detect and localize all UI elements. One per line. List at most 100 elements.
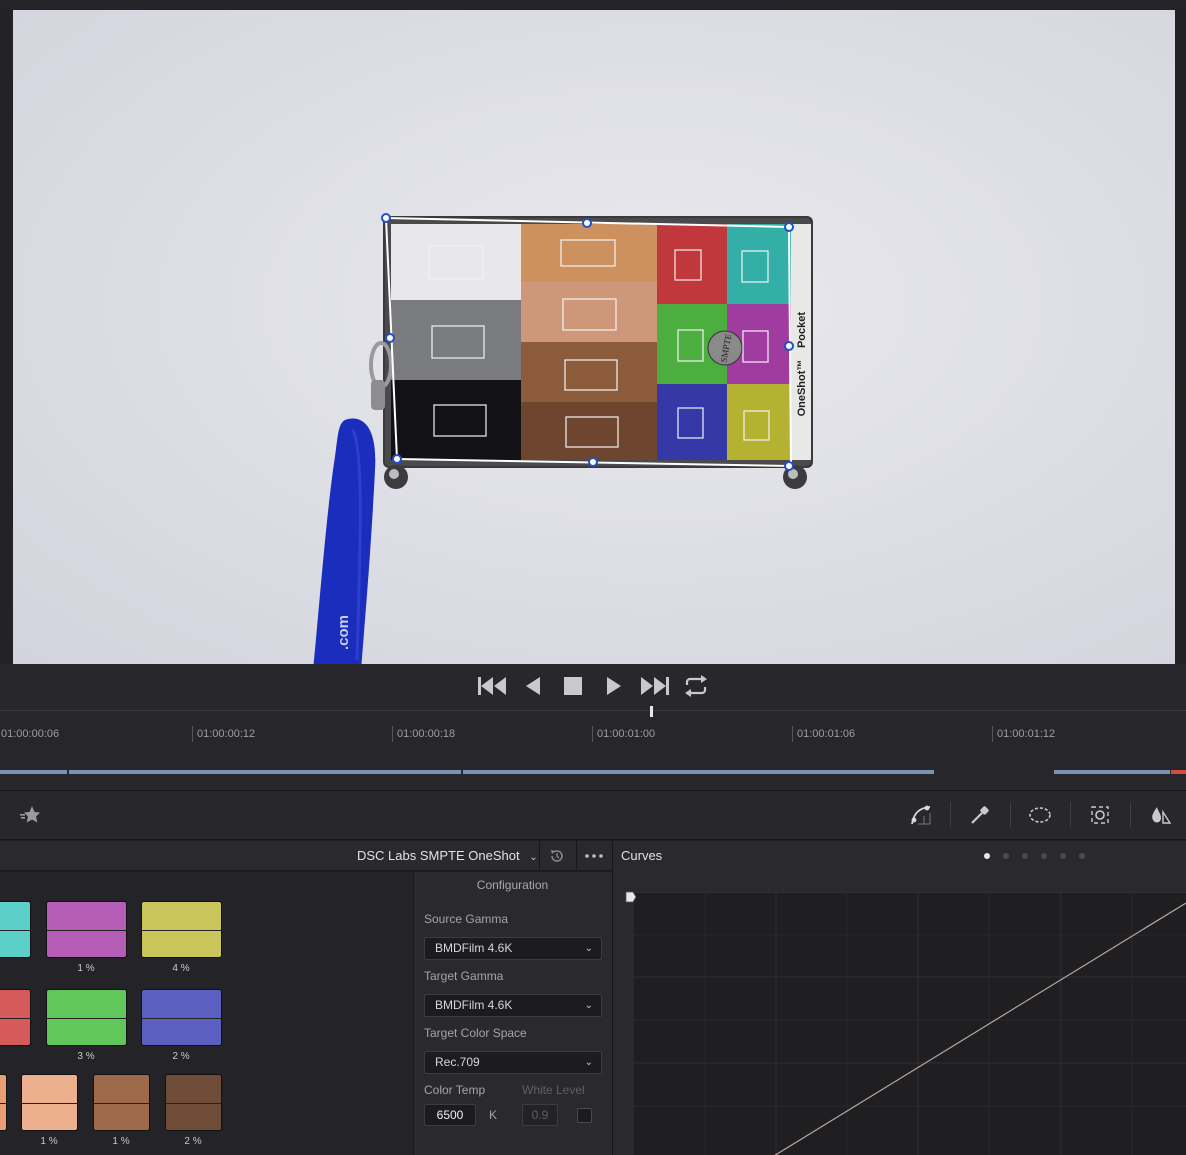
toolbar-separator <box>1070 802 1071 828</box>
color-swatch[interactable] <box>46 989 127 1046</box>
timecode-tick: 01:00:00:06 <box>0 726 59 742</box>
curves-icon <box>911 805 931 825</box>
qualifier-button[interactable] <box>967 802 993 828</box>
page-dot-active[interactable] <box>984 853 990 859</box>
swatch-error-percent: 2 % <box>184 1136 202 1147</box>
swatch-error-percent: 2 % <box>172 1051 190 1062</box>
step-back-icon <box>526 677 540 695</box>
play-button[interactable] <box>603 672 625 700</box>
color-temp-label: Color Temp <box>424 1083 486 1097</box>
color-swatch[interactable] <box>141 989 222 1046</box>
stop-icon <box>564 677 582 695</box>
toolbar-separator <box>1130 802 1131 828</box>
chart-type-label: DSC Labs SMPTE OneShot <box>357 848 520 863</box>
swatch-chart-half <box>22 1075 77 1103</box>
swatch-error-percent: 4 % <box>172 963 190 974</box>
color-swatch[interactable] <box>0 989 31 1046</box>
blur-button[interactable] <box>1147 802 1173 828</box>
step-back-button[interactable] <box>522 672 544 700</box>
stop-button[interactable] <box>562 672 584 700</box>
page-dot[interactable] <box>1022 853 1028 859</box>
curve-graph-svg <box>634 892 1186 1155</box>
white-level-checkbox[interactable] <box>577 1108 592 1123</box>
color-swatch[interactable] <box>0 1074 7 1131</box>
swatch-target-half <box>47 929 126 957</box>
tracker-button[interactable] <box>1087 802 1113 828</box>
swatch-target-half <box>47 1017 126 1045</box>
blur-icon <box>1152 807 1171 824</box>
color-swatch[interactable] <box>165 1074 222 1131</box>
white-level-label: White Level <box>522 1083 585 1097</box>
color-temp-input[interactable]: 6500 <box>424 1104 476 1126</box>
viewer-left-margin <box>0 10 13 664</box>
header-separator <box>576 841 577 871</box>
target-color-space-dropdown[interactable]: Rec.709 ⌄ <box>424 1051 602 1074</box>
swatch-chart-half <box>166 1075 221 1103</box>
white-level-input[interactable]: 0.9 <box>522 1104 558 1126</box>
page-dot[interactable] <box>1079 853 1085 859</box>
options-menu-button[interactable] <box>581 843 607 869</box>
viewer-image[interactable]: Pocket OneShot™ SMPTE .com <box>13 10 1175 664</box>
eyedropper-icon <box>971 806 989 824</box>
star-icon <box>20 806 40 823</box>
timeline[interactable] <box>0 710 1186 790</box>
color-swatch[interactable] <box>21 1074 78 1131</box>
timecode-tick: 01:00:01:06 <box>792 726 855 742</box>
curve-point-icon <box>625 891 637 903</box>
color-swatch[interactable] <box>93 1074 150 1131</box>
window-button[interactable] <box>1027 802 1053 828</box>
play-icon <box>607 677 621 695</box>
favorites-button[interactable] <box>17 802 43 828</box>
swatch-target-half <box>94 1102 149 1130</box>
skip-to-end-button[interactable] <box>639 672 671 700</box>
toolbar-separator <box>950 802 951 828</box>
clip-segment[interactable] <box>463 770 934 774</box>
loop-button[interactable] <box>682 672 710 700</box>
reset-icon <box>551 850 563 862</box>
swatch-chart-half <box>0 1075 6 1103</box>
color-swatch[interactable] <box>141 901 222 958</box>
page-dot[interactable] <box>1041 853 1047 859</box>
timecode-tick: 01:00:01:00 <box>592 726 655 742</box>
skip-to-start-button[interactable] <box>476 672 508 700</box>
chevron-down-icon: ⌄ <box>529 852 538 863</box>
color-swatch[interactable] <box>0 901 31 958</box>
swatch-chart-half <box>47 902 126 930</box>
page-dot[interactable] <box>1003 853 1009 859</box>
color-temp-unit: K <box>489 1108 498 1122</box>
target-color-space-value: Rec.709 <box>435 1055 480 1069</box>
reset-button[interactable] <box>544 843 570 869</box>
swatch-target-half <box>0 929 30 957</box>
chart-type-dropdown[interactable]: DSC Labs SMPTE OneShot ⌄ <box>357 841 538 871</box>
palette-toolbar <box>0 790 1186 840</box>
swatch-chart-half <box>142 902 221 930</box>
resolve-color-page: Pocket OneShot™ SMPTE .com 01:00:00:06 0… <box>0 0 1186 1155</box>
source-gamma-dropdown[interactable]: BMDFilm 4.6K ⌄ <box>424 937 602 960</box>
swatch-error-percent: 3 % <box>77 1051 95 1062</box>
source-gamma-label: Source Gamma <box>424 912 509 926</box>
viewer-right-margin <box>1175 10 1186 664</box>
playhead[interactable] <box>650 706 653 717</box>
clip-segment[interactable] <box>1054 770 1170 774</box>
clip-segment-flagged[interactable] <box>1171 770 1186 774</box>
lanyard-text: .com <box>335 615 352 650</box>
tracker-icon <box>1091 806 1109 824</box>
curve-graph[interactable] <box>634 892 1186 1155</box>
timecode-tick: 01:00:00:12 <box>192 726 255 742</box>
chart-brand-text: Pocket <box>796 312 808 348</box>
curves-tool-button[interactable] <box>908 802 934 828</box>
target-gamma-dropdown[interactable]: BMDFilm 4.6K ⌄ <box>424 994 602 1017</box>
configuration-title: Configuration <box>476 878 549 892</box>
swatch-error-percent: 1 % <box>40 1136 58 1147</box>
swatch-chart-half <box>94 1075 149 1103</box>
swatch-error-percent: 1 % <box>112 1136 130 1147</box>
clip-segment[interactable] <box>69 770 461 774</box>
viewer-frame-graphic: Pocket OneShot™ SMPTE .com <box>313 213 813 664</box>
swatch-chart-half <box>0 990 30 1018</box>
color-swatch[interactable] <box>46 901 127 958</box>
page-dot[interactable] <box>1060 853 1066 859</box>
clip-segment[interactable] <box>0 770 67 774</box>
curve-control-point[interactable] <box>624 890 638 904</box>
swatch-target-half <box>0 1102 6 1130</box>
toolbar-separator <box>1010 802 1011 828</box>
